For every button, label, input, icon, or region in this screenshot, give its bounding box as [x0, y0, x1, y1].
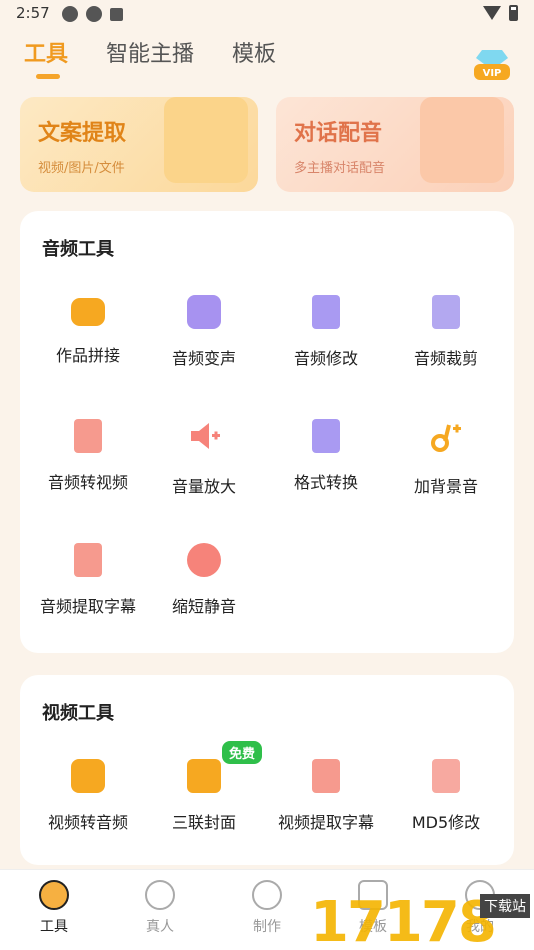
format-convert-icon [312, 419, 340, 453]
video-tools-panel: 视频工具 视频转音频 三联封面 视频提取字幕 MD5修改 [20, 675, 514, 865]
audio-tools-title: 音频工具 [42, 239, 114, 260]
video-to-audio-icon [71, 759, 105, 793]
nav-label: 真人 [146, 919, 174, 935]
tool-label: 音频修改 [293, 349, 358, 368]
nav-tools[interactable]: 工具 [14, 880, 94, 936]
tool-add-bgm[interactable]: 加背景音 [384, 419, 508, 497]
vip-label: VIP [483, 68, 502, 79]
tool-label: MD5修改 [411, 813, 481, 832]
music-note-icon [431, 424, 461, 452]
tool-trim-silence[interactable]: 缩短静音 [142, 543, 266, 617]
notification-icon [86, 6, 102, 22]
tool-format-convert[interactable]: 格式转换 [264, 419, 388, 493]
audio-edit-icon [312, 295, 340, 329]
audio-to-video-icon [74, 419, 102, 453]
status-notification-icons [62, 6, 123, 22]
status-bar: 2:57 [0, 0, 534, 28]
subtitle-icon [74, 543, 102, 577]
tab-tools[interactable]: 工具 [24, 36, 68, 68]
tool-merge-works[interactable]: 作品拼接 [26, 295, 150, 366]
video-subtitle-icon [312, 759, 340, 793]
battery-icon [509, 5, 518, 21]
scissors-icon [432, 295, 460, 329]
tool-label: 格式转换 [293, 473, 358, 492]
tool-label: 音频变声 [171, 349, 236, 368]
watermark-site: 下载站 [480, 894, 530, 918]
tool-audio-cut[interactable]: 音频裁剪 [384, 295, 508, 369]
nav-label: 制作 [253, 919, 281, 935]
tool-label: 音频裁剪 [413, 349, 478, 368]
tab-ai-anchor[interactable]: 智能主播 [106, 36, 194, 68]
nav-real-person[interactable]: 真人 [120, 880, 200, 936]
tool-audio-subtitle[interactable]: 音频提取字幕 [26, 543, 150, 617]
text-extract-icon [164, 97, 248, 183]
audio-tools-panel: 音频工具 作品拼接 音频变声 音频修改 音频裁剪 音频转视频 音量放大 格式转换 [20, 211, 514, 653]
speaker-icon [191, 423, 220, 449]
top-tabs: 工具 智能主播 模板 [24, 36, 314, 79]
vip-icon[interactable]: VIP [472, 46, 512, 82]
tool-label: 作品拼接 [55, 346, 120, 365]
notification-icon [110, 8, 123, 21]
notification-icon [62, 6, 78, 22]
watermark: 17178 下载站 [310, 890, 534, 950]
feature-card-dialog-dub[interactable]: 对话配音 多主播对话配音 [276, 97, 514, 192]
tool-label: 加背景音 [413, 477, 478, 496]
status-right [483, 5, 518, 21]
feature-card-text-extract[interactable]: 文案提取 视频/图片/文件 [20, 97, 258, 192]
tool-md5-modify[interactable]: MD5修改 [384, 759, 508, 833]
tab-templates[interactable]: 模板 [232, 36, 276, 68]
tool-label: 缩短静音 [171, 597, 236, 616]
tool-video-subtitle[interactable]: 视频提取字幕 [264, 759, 388, 833]
timer-icon [187, 543, 221, 577]
create-icon [252, 880, 282, 910]
md5-icon [432, 759, 460, 793]
tool-label: 音频转视频 [47, 473, 128, 492]
watermark-number: 17178 [310, 890, 497, 950]
image-icon [187, 759, 221, 793]
merge-icon [71, 298, 105, 326]
nav-label: 工具 [40, 919, 68, 935]
tab-underline [36, 74, 60, 79]
free-badge: 免费 [222, 741, 263, 764]
headset-icon [145, 880, 175, 910]
status-time: 2:57 [16, 4, 50, 22]
tools-icon [39, 880, 69, 910]
tool-label: 音量放大 [171, 477, 236, 496]
tool-video-to-audio[interactable]: 视频转音频 [26, 759, 150, 833]
video-tools-title: 视频工具 [42, 703, 114, 724]
tool-label: 视频转音频 [47, 813, 128, 832]
tool-volume-boost[interactable]: 音量放大 [142, 419, 266, 497]
tool-triple-cover[interactable]: 三联封面 [142, 759, 266, 833]
tool-audio-to-video[interactable]: 音频转视频 [26, 419, 150, 493]
chat-bubble-icon [420, 97, 504, 183]
tool-audio-edit[interactable]: 音频修改 [264, 295, 388, 369]
magic-wand-icon [187, 295, 221, 329]
wifi-icon [483, 6, 501, 20]
tool-label: 音频提取字幕 [39, 597, 136, 616]
tool-label: 三联封面 [171, 813, 236, 832]
tool-voice-change[interactable]: 音频变声 [142, 295, 266, 369]
tool-label: 视频提取字幕 [277, 813, 374, 832]
nav-create[interactable]: 制作 [227, 880, 307, 936]
